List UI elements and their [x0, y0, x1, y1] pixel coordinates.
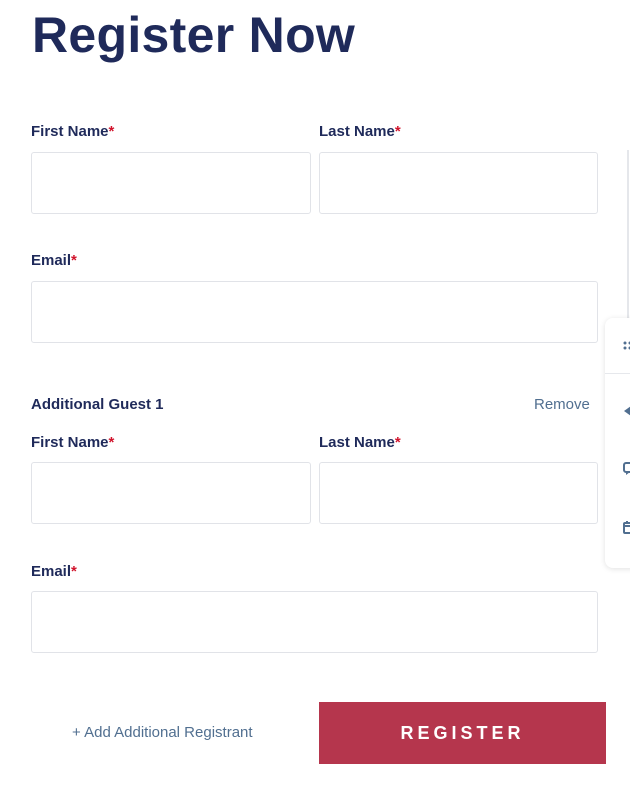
guest-last-name-label: Last Name* — [319, 434, 401, 451]
drag-handle-icon[interactable] — [623, 338, 630, 356]
email-input[interactable] — [31, 281, 598, 343]
add-registrant-link[interactable]: + Add Additional Registrant — [72, 724, 253, 741]
register-button[interactable]: REGISTER — [319, 702, 606, 764]
first-name-input[interactable] — [31, 152, 311, 214]
email-label: Email* — [31, 252, 77, 269]
last-name-input[interactable] — [319, 152, 598, 214]
remove-guest-link[interactable]: Remove — [534, 396, 590, 413]
required-asterisk: * — [394, 434, 401, 451]
calendar-icon[interactable] — [623, 520, 630, 539]
guest-heading: Additional Guest 1 — [31, 396, 164, 413]
guest-first-name-label: First Name* — [31, 434, 115, 451]
required-asterisk: * — [108, 123, 115, 140]
guest-email-input[interactable] — [31, 591, 598, 653]
required-asterisk: * — [108, 434, 115, 451]
scroll-edge — [627, 150, 629, 320]
collapse-arrow-icon[interactable] — [623, 404, 630, 422]
first-name-label: First Name* — [31, 123, 115, 140]
required-asterisk: * — [71, 563, 77, 580]
guest-email-label: Email* — [31, 563, 77, 580]
guest-last-name-input[interactable] — [319, 462, 598, 524]
last-name-label: Last Name* — [319, 123, 401, 140]
page-title: Register Now — [32, 7, 356, 63]
required-asterisk: * — [394, 123, 401, 140]
toolbar-divider — [605, 373, 630, 374]
guest-first-name-input[interactable] — [31, 462, 311, 524]
required-asterisk: * — [71, 252, 77, 269]
side-toolbar — [605, 318, 630, 568]
chat-icon[interactable] — [623, 462, 630, 481]
